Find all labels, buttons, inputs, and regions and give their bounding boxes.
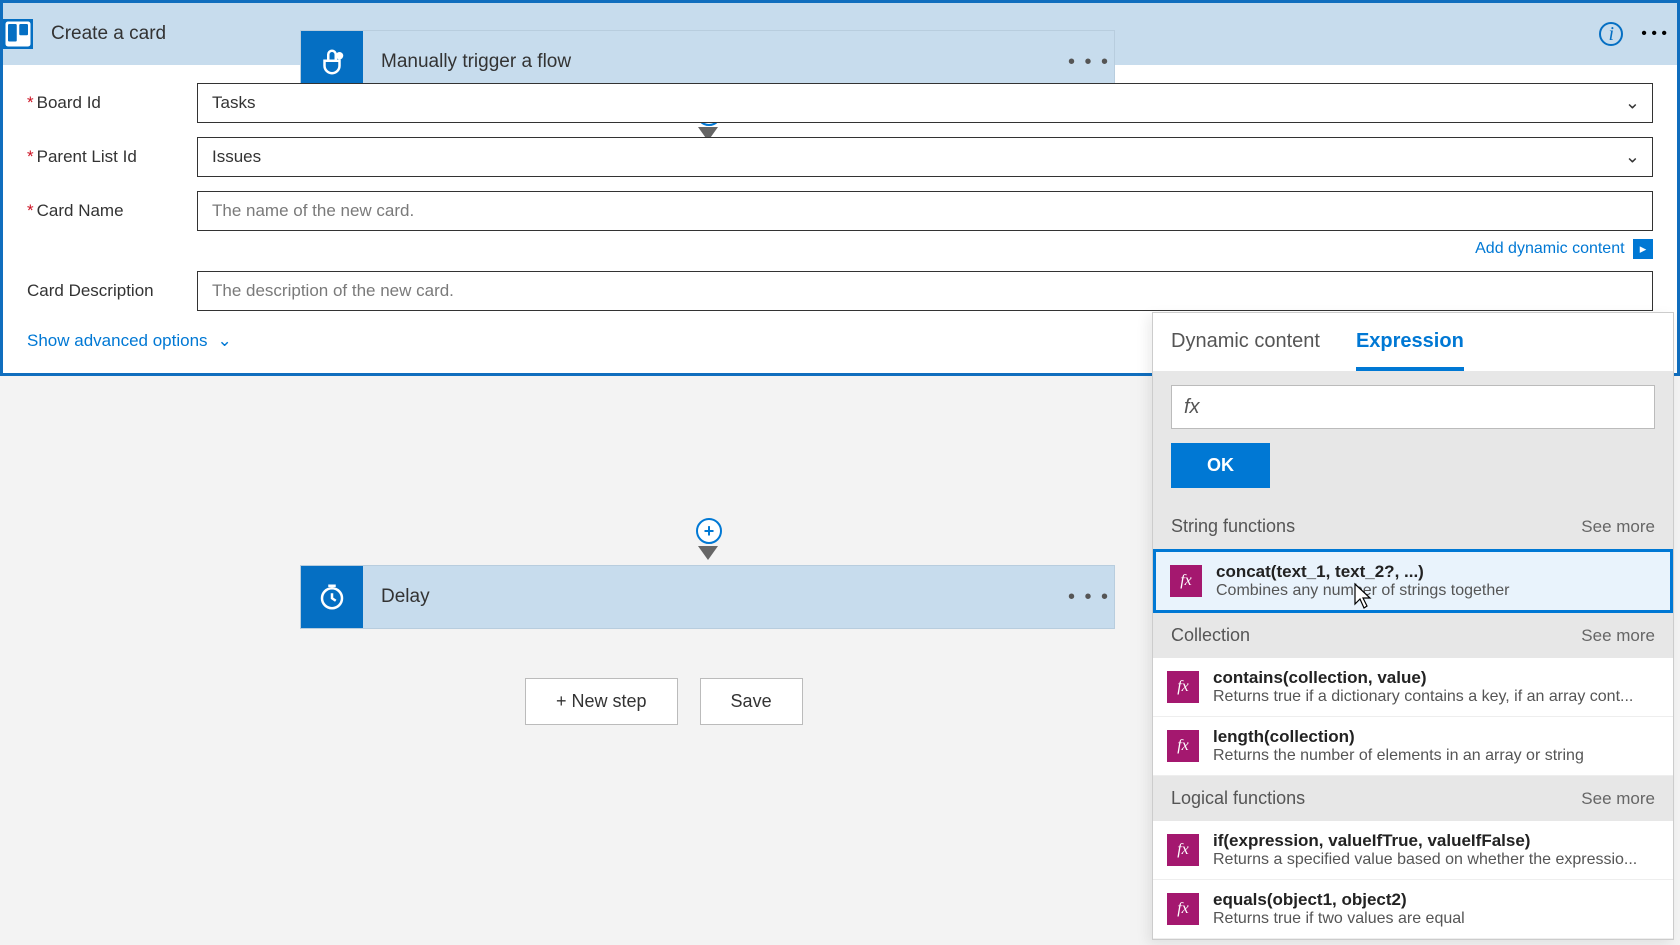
chevron-down-icon: ⌄ [1625, 93, 1640, 114]
fn-description: Returns true if two values are equal [1213, 910, 1659, 928]
expression-panel: Dynamic content Expression fx OK String … [1152, 312, 1674, 940]
category-logical: Logical functions See more [1153, 776, 1673, 821]
expression-input[interactable]: fx [1171, 385, 1655, 429]
category-string-functions: String functions See more [1153, 504, 1673, 549]
save-button[interactable]: Save [700, 678, 803, 725]
fn-signature: if(expression, valueIfTrue, valueIfFalse… [1213, 831, 1659, 851]
arrow-down-icon [698, 546, 718, 560]
parent-list-label: *Parent List Id [27, 147, 197, 167]
board-id-label: *Board Id [27, 93, 197, 113]
see-more-link[interactable]: See more [1581, 517, 1655, 537]
trigger-title: Manually trigger a flow [363, 51, 1064, 73]
trello-icon [3, 19, 33, 49]
fx-icon: fx [1167, 893, 1199, 925]
new-step-button[interactable]: + New step [525, 678, 678, 725]
fn-if[interactable]: fx if(expression, valueIfTrue, valueIfFa… [1153, 821, 1673, 880]
fn-signature: length(collection) [1213, 727, 1659, 747]
add-step-icon[interactable]: + [696, 518, 722, 544]
category-collection: Collection See more [1153, 613, 1673, 658]
add-dynamic-content-link[interactable]: Add dynamic content [1475, 240, 1624, 257]
chevron-down-icon: ⌄ [218, 331, 232, 350]
fn-contains[interactable]: fx contains(collection, value) Returns t… [1153, 658, 1673, 717]
see-more-link[interactable]: See more [1581, 789, 1655, 809]
fn-equals[interactable]: fx equals(object1, object2) Returns true… [1153, 880, 1673, 939]
parent-list-select[interactable]: Issues ⌄ [197, 137, 1653, 177]
ok-button[interactable]: OK [1171, 443, 1270, 488]
fx-icon: fx [1170, 565, 1202, 597]
fx-icon: fx [1167, 671, 1199, 703]
parent-list-value: Issues [212, 147, 261, 167]
fn-signature: concat(text_1, text_2?, ...) [1216, 562, 1656, 582]
chevron-down-icon: ⌄ [1625, 147, 1640, 168]
fx-icon: fx [1167, 834, 1199, 866]
fx-icon[interactable]: ▸ [1633, 239, 1653, 259]
card-desc-label: Card Description [27, 281, 197, 301]
card-name-input[interactable]: The name of the new card. [197, 191, 1653, 231]
delay-card[interactable]: Delay • • • [300, 565, 1115, 629]
fn-signature: equals(object1, object2) [1213, 890, 1659, 910]
tab-dynamic-content[interactable]: Dynamic content [1171, 316, 1320, 371]
fn-description: Returns a specified value based on wheth… [1213, 851, 1659, 869]
trigger-menu-icon[interactable]: • • • [1064, 51, 1114, 74]
board-id-select[interactable]: Tasks ⌄ [197, 83, 1653, 123]
fn-length[interactable]: fx length(collection) Returns the number… [1153, 717, 1673, 776]
card-name-label: *Card Name [27, 201, 197, 221]
fn-signature: contains(collection, value) [1213, 668, 1659, 688]
fn-description: Returns the number of elements in an arr… [1213, 747, 1659, 765]
info-icon[interactable]: i [1599, 22, 1623, 46]
fn-concat[interactable]: fx concat(text_1, text_2?, ...) Combines… [1153, 549, 1673, 613]
fn-description: Returns true if a dictionary contains a … [1213, 688, 1659, 706]
tab-expression[interactable]: Expression [1356, 316, 1464, 371]
fn-description: Combines any number of strings together [1216, 582, 1656, 600]
fx-icon: fx [1167, 730, 1199, 762]
delay-icon [301, 566, 363, 628]
delay-menu-icon[interactable]: • • • [1064, 586, 1114, 609]
fx-prefix-icon: fx [1184, 396, 1200, 419]
board-id-value: Tasks [212, 93, 255, 113]
card-desc-input[interactable]: The description of the new card. [197, 271, 1653, 311]
see-more-link[interactable]: See more [1581, 626, 1655, 646]
delay-title: Delay [363, 586, 1064, 608]
create-card-menu-icon[interactable]: • • • [1641, 25, 1667, 43]
